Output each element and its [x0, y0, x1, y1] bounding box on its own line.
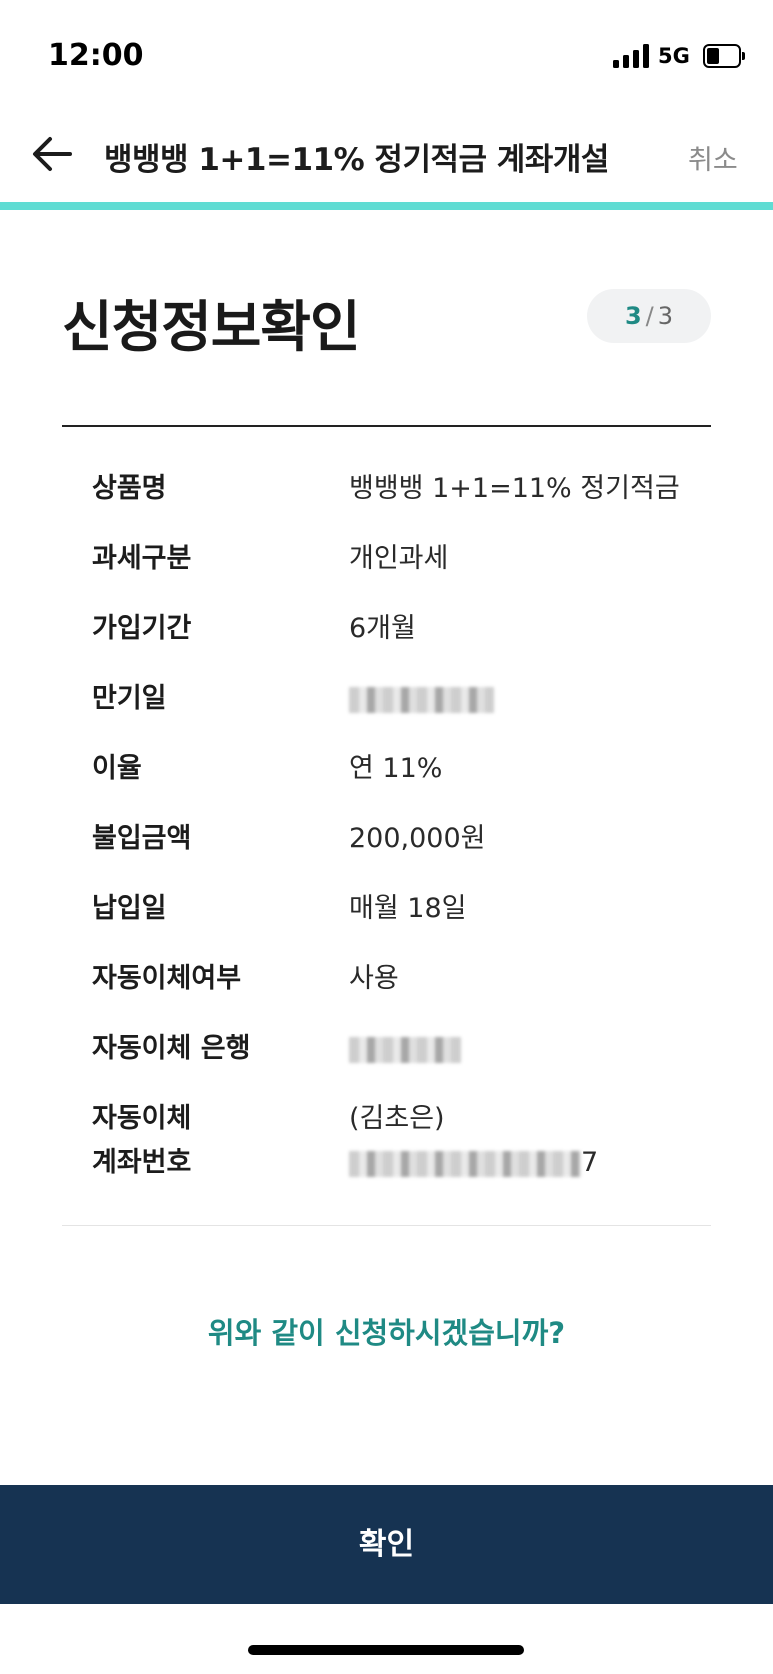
detail-value: 200,000원 — [349, 823, 486, 854]
detail-label: 자동이체여부 — [92, 963, 242, 994]
header: 뱅뱅뱅 1+1=11% 정기적금 계좌개설 취소 — [0, 110, 773, 202]
detail-value — [349, 677, 494, 721]
detail-value: 매월 18일 — [349, 893, 467, 924]
redacted-value — [349, 1036, 461, 1063]
confirm-question: 위와 같이 신청하시겠습니까? — [207, 1316, 566, 1350]
battery-icon — [703, 44, 745, 68]
detail-value: 개인과세 — [349, 543, 449, 574]
detail-label: 가입기간 — [92, 613, 192, 644]
detail-label: 납입일 — [92, 893, 167, 924]
detail-label: 상품명 — [92, 473, 167, 504]
detail-label: 과세구분 — [92, 543, 192, 574]
divider — [62, 425, 711, 427]
header-title: 뱅뱅뱅 1+1=11% 정기적금 계좌개설 — [104, 142, 609, 178]
detail-label: 이율 — [92, 753, 142, 784]
detail-label: 자동이체 은행 — [92, 1033, 251, 1064]
detail-label: 만기일 — [92, 683, 167, 714]
cancel-button[interactable]: 취소 — [688, 138, 738, 177]
step-current: 3 — [624, 302, 642, 330]
divider — [62, 1225, 711, 1226]
network-type: 5G — [658, 44, 690, 68]
detail-value: 사용 — [349, 963, 399, 994]
back-button[interactable] — [26, 128, 78, 180]
detail-label: 불입금액 — [92, 823, 192, 854]
arrow-left-icon — [33, 137, 72, 171]
redacted-value — [349, 1150, 581, 1177]
detail-label: 자동이체 계좌번호 — [92, 1103, 192, 1178]
confirm-button[interactable]: 확인 — [0, 1485, 773, 1604]
detail-value: (김초은) 7 — [349, 1103, 599, 1178]
signal-bars-icon — [613, 44, 649, 68]
progress-fill — [0, 202, 773, 210]
status-bar: 12:00 5G — [0, 0, 773, 110]
step-total: 3 — [657, 302, 674, 330]
detail-value: 연 11% — [349, 753, 443, 784]
redacted-value — [349, 686, 494, 713]
status-time: 12:00 — [48, 38, 144, 73]
page-title: 신청정보확인 — [62, 295, 361, 359]
detail-value: 뱅뱅뱅 1+1=11% 정기적금 — [349, 473, 680, 504]
detail-value: 6개월 — [349, 613, 416, 644]
home-indicator[interactable] — [248, 1645, 524, 1655]
detail-value — [349, 1027, 461, 1071]
step-badge: 3/3 — [587, 289, 711, 343]
progress-bar — [0, 202, 773, 210]
screen: 12:00 5G 뱅뱅뱅 1+1=11% 정기적금 계좌개설 취소 신청정보확인… — [0, 0, 773, 1674]
step-separator: / — [645, 302, 654, 330]
